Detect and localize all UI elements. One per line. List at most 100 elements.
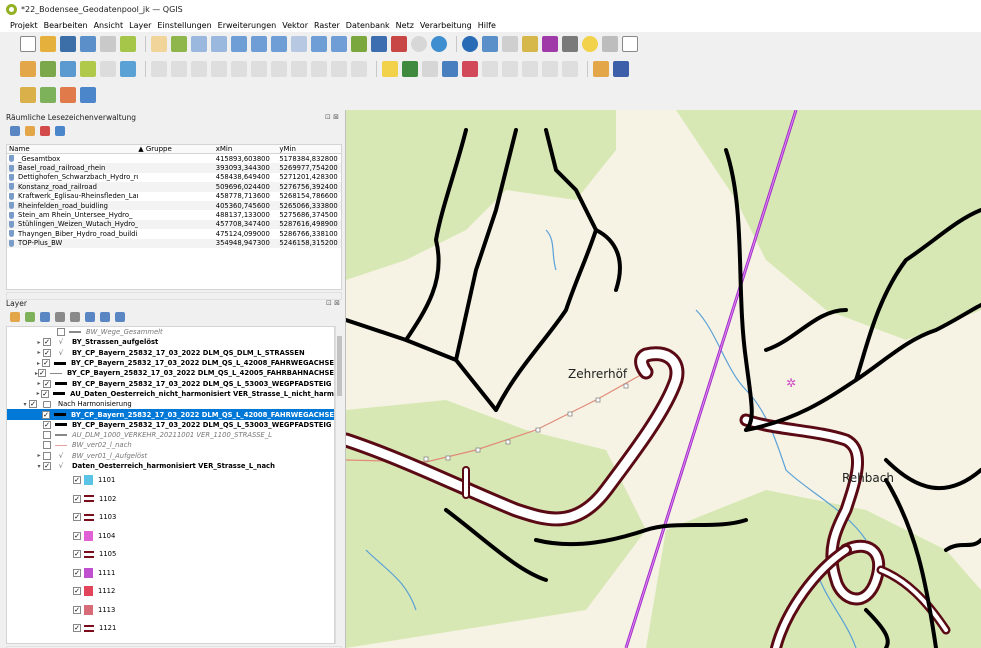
filter-expression-icon[interactable] — [70, 312, 80, 322]
bookmark-row[interactable]: Rheinfelden_road_buidling 405360,745600 52… — [7, 200, 341, 211]
map-tips-icon[interactable] — [582, 36, 598, 52]
expand-arrow-icon[interactable]: ▾ — [35, 463, 43, 470]
style-manager-icon[interactable] — [120, 36, 136, 52]
expand-arrow-icon[interactable]: ▸ — [35, 380, 43, 387]
temporal-controller-icon[interactable] — [411, 36, 427, 52]
zoom-out-icon[interactable] — [211, 36, 227, 52]
delete-bookmark-icon[interactable] — [40, 126, 50, 136]
layer-row[interactable]: ▸ ✓ √ BY_Strassen_aufgelöst — [7, 337, 334, 347]
menu-item-netz[interactable]: Netz — [396, 21, 414, 30]
menu-item-datenbank[interactable]: Datenbank — [346, 21, 390, 30]
save-project-icon[interactable] — [60, 36, 76, 52]
add-feature-icon[interactable] — [100, 61, 116, 77]
locator-icon[interactable] — [602, 36, 618, 52]
layer-visibility-checkbox[interactable]: ✓ — [43, 462, 51, 470]
class-visibility-checkbox[interactable]: ✓ — [73, 605, 81, 614]
class-visibility-checkbox[interactable]: ✓ — [73, 568, 81, 577]
layer-row[interactable]: BW_ver02_l_nach — [7, 440, 334, 450]
layer-tree-scrollbar[interactable] — [335, 326, 343, 644]
legend-class-row[interactable]: ✓ 1103 — [7, 508, 334, 527]
layer-row[interactable]: AU_DLM_1000_VERKEHR_20211001 VER_1100_ST… — [7, 430, 334, 440]
class-visibility-checkbox[interactable]: ✓ — [73, 624, 81, 633]
print-layout-icon[interactable] — [100, 36, 116, 52]
help-icon[interactable] — [613, 61, 629, 77]
layer-visibility-checkbox[interactable]: ✓ — [42, 359, 51, 368]
layer-row[interactable]: ▸ ✓ √ BY_CP_Bayern_25832_17_03_2022 DLM_QS_… — [7, 348, 334, 358]
expand-arrow-icon[interactable]: ▸ — [35, 349, 43, 356]
layer-row[interactable]: ▾ ✓ Nach Harmonisierung — [7, 399, 334, 409]
legend-class-row[interactable]: ✓ 1121 — [7, 619, 334, 638]
class-visibility-checkbox[interactable]: ✓ — [73, 513, 81, 522]
current-edits-icon[interactable] — [20, 61, 36, 77]
layer-visibility-checkbox[interactable]: ✓ — [38, 369, 47, 378]
vertex-tool-icon[interactable] — [60, 61, 76, 77]
legend-class-row[interactable]: ✓ 1102 — [7, 490, 334, 509]
bookmark-row[interactable]: Basel_road_railroad_rhein 393093,344300 52… — [7, 163, 341, 173]
zoom-selection-icon[interactable] — [251, 36, 267, 52]
layer-visibility-checkbox[interactable]: ✓ — [43, 348, 51, 357]
expand-arrow-icon[interactable]: ▾ — [21, 401, 29, 408]
show-labels-icon[interactable] — [422, 61, 438, 77]
pin-labels-icon[interactable] — [402, 61, 418, 77]
field-calculator-icon[interactable] — [502, 36, 518, 52]
save-as-icon[interactable] — [80, 36, 96, 52]
menu-item-layer[interactable]: Layer — [129, 21, 151, 30]
filter-legend-icon[interactable] — [55, 312, 65, 322]
show-bookmarks-icon[interactable] — [391, 36, 407, 52]
new-map-view-icon[interactable] — [351, 36, 367, 52]
label-toolbar-icon[interactable] — [382, 61, 398, 77]
move-label-icon[interactable] — [442, 61, 458, 77]
manage-themes-icon[interactable] — [40, 312, 50, 322]
add-wms-layer-icon[interactable] — [80, 87, 96, 103]
legend-class-row[interactable]: ✓ 1112 — [7, 582, 334, 601]
bookmark-row[interactable]: Kraftwerk_Eglisau-Rheinsfleden_Lan... 458… — [7, 192, 341, 201]
menu-item-hilfe[interactable]: Hilfe — [478, 21, 496, 30]
bookmark-row[interactable]: Konstanz_road_railroad 509696,024400 52767… — [7, 182, 341, 192]
statistics-icon[interactable] — [542, 36, 558, 52]
zoom-last-icon[interactable] — [311, 36, 327, 52]
legend-class-row[interactable]: ✓ 1101 — [7, 471, 334, 490]
panel-close-icon[interactable]: ⊡ ⊠ — [326, 299, 340, 307]
add-vector-layer-icon[interactable] — [20, 87, 36, 103]
expand-arrow-icon[interactable]: ▸ — [35, 360, 42, 367]
style-layer-icon[interactable] — [10, 312, 20, 322]
zoom-native-icon[interactable] — [291, 36, 307, 52]
menu-item-ansicht[interactable]: Ansicht — [94, 21, 124, 30]
layer-visibility-checkbox[interactable]: ✓ — [43, 338, 51, 347]
bookmark-row[interactable]: _Gesamtbox 415893,603800 5178384,832800 — [7, 154, 341, 163]
add-raster-layer-icon[interactable] — [40, 87, 56, 103]
layer-row[interactable]: ✓ BY_CP_Bayern_25832_17_03_2022 DLM_QS_L_… — [7, 420, 334, 430]
measure-icon[interactable] — [562, 36, 578, 52]
bookmark-row[interactable]: TOP-Plus_BW 354948,947300 5246158,315200 — [7, 238, 341, 248]
menu-item-raster[interactable]: Raster — [314, 21, 340, 30]
menu-item-einstellungen[interactable]: Einstellungen — [157, 21, 211, 30]
menu-item-verarbeitung[interactable]: Verarbeitung — [420, 21, 472, 30]
zoom-layer-icon[interactable] — [271, 36, 287, 52]
layer-visibility-checkbox[interactable]: ✓ — [43, 379, 51, 388]
menu-item-projekt[interactable]: Projekt — [10, 21, 38, 30]
zoom-in-icon[interactable] — [191, 36, 207, 52]
column-header-group[interactable]: ▲ Gruppe — [138, 145, 216, 153]
legend-class-row[interactable]: ✓ 1104 — [7, 527, 334, 546]
panel-close-icon[interactable]: ⊡ ⊠ — [325, 113, 339, 121]
layer-row[interactable]: ▾ ✓ √ Daten_Oesterreich_harmonisiert VER_St… — [7, 461, 334, 471]
add-bookmark-icon[interactable] — [25, 126, 35, 136]
remove-layer-icon[interactable] — [115, 312, 125, 322]
save-edits-icon[interactable] — [120, 61, 136, 77]
menu-item-vektor[interactable]: Vektor — [282, 21, 308, 30]
layer-visibility-checkbox[interactable]: ✓ — [29, 400, 37, 409]
legend-class-row[interactable]: ✓ 1105 — [7, 545, 334, 564]
layer-row[interactable]: ▸ √ BW_ver01_l_Aufgelöst — [7, 451, 334, 461]
class-visibility-checkbox[interactable]: ✓ — [73, 587, 81, 596]
text-annotation-icon[interactable] — [622, 36, 638, 52]
zoom-to-bookmark-icon[interactable] — [10, 126, 20, 136]
column-header-name[interactable]: Name — [7, 145, 138, 153]
refresh-icon[interactable] — [431, 36, 447, 52]
pan-to-selection-icon[interactable] — [171, 36, 187, 52]
add-group-icon[interactable] — [25, 312, 35, 322]
add-delimited-layer-icon[interactable] — [60, 87, 76, 103]
layer-visibility-checkbox[interactable]: ✓ — [42, 410, 51, 419]
layer-row[interactable]: ▸ ✓ AU_Daten_Oesterreich_nicht_harmonisier… — [7, 389, 334, 399]
pan-icon[interactable] — [151, 36, 167, 52]
scrollbar-thumb[interactable] — [337, 336, 342, 396]
